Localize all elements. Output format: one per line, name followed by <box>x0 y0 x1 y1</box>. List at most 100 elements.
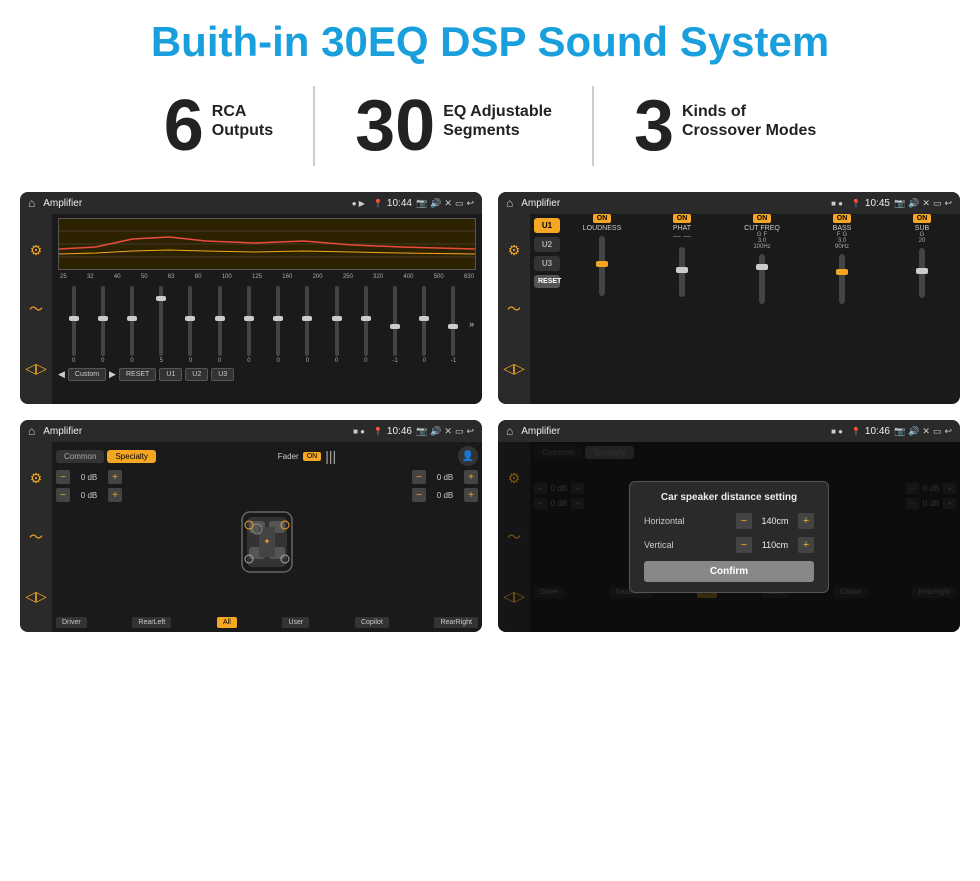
preset-u1[interactable]: U1 <box>534 218 560 233</box>
slider-track-13[interactable] <box>422 286 426 356</box>
home-icon[interactable]: ⌂ <box>28 196 35 210</box>
slider-track-1[interactable] <box>72 286 76 356</box>
back-icon-amp[interactable]: ↩ <box>944 198 952 209</box>
fader-slider[interactable]: ||| <box>325 448 336 464</box>
slider-track-10[interactable] <box>335 286 339 356</box>
cutfreq-on[interactable]: ON <box>753 214 772 223</box>
slider-track-5[interactable] <box>188 286 192 356</box>
speaker-icon[interactable]: ◁▷ <box>25 361 47 375</box>
slider-thumb-10[interactable] <box>332 316 342 321</box>
plus-btn-tl1[interactable]: + <box>108 470 122 484</box>
cutfreq-thumb[interactable] <box>756 264 768 270</box>
rearright-btn[interactable]: RearRight <box>434 617 478 628</box>
minus-btn-tr1[interactable]: − <box>412 470 426 484</box>
slider-track-8[interactable] <box>276 286 280 356</box>
u1-btn[interactable]: U1 <box>159 368 182 381</box>
loudness-thumb[interactable] <box>596 261 608 267</box>
wave-icon[interactable]: 〜 <box>29 302 43 316</box>
slider-thumb-9[interactable] <box>302 316 312 321</box>
slider-track-7[interactable] <box>247 286 251 356</box>
vertical-plus[interactable]: + <box>798 537 814 553</box>
slider-thumb-13[interactable] <box>419 316 429 321</box>
slider-thumb-6[interactable] <box>215 316 225 321</box>
slider-track-2[interactable] <box>101 286 105 356</box>
minus-btn-tl2[interactable]: − <box>56 488 70 502</box>
tab-common[interactable]: Common <box>56 450 104 463</box>
slider-track-9[interactable] <box>305 286 309 356</box>
slider-thumb-4[interactable] <box>156 296 166 301</box>
sub-thumb[interactable] <box>916 268 928 274</box>
next-arrow[interactable]: ▶ <box>109 369 116 380</box>
u2-btn[interactable]: U2 <box>185 368 208 381</box>
plus-btn-tr2[interactable]: + <box>464 488 478 502</box>
copilot-btn[interactable]: Copilot <box>355 617 389 628</box>
plus-btn-tl2[interactable]: + <box>108 488 122 502</box>
eq-icon-cross[interactable]: ⚙ <box>30 471 43 485</box>
horizontal-plus[interactable]: + <box>798 513 814 529</box>
wave-icon-amp[interactable]: 〜 <box>507 302 521 316</box>
slider-val-14: -1 <box>451 358 456 364</box>
user-btn[interactable]: User <box>282 617 309 628</box>
cutfreq-slider[interactable] <box>759 254 765 304</box>
slider-track-3[interactable] <box>130 286 134 356</box>
slider-track-14[interactable] <box>451 286 455 356</box>
slider-thumb-5[interactable] <box>185 316 195 321</box>
loudness-slider[interactable] <box>599 236 605 296</box>
speaker-icon-cross[interactable]: ◁▷ <box>25 589 47 603</box>
slider-track-12[interactable] <box>393 286 397 356</box>
driver-btn[interactable]: Driver <box>56 617 87 628</box>
u3-btn[interactable]: U3 <box>211 368 234 381</box>
tab-specialty[interactable]: Specialty <box>107 450 155 463</box>
slider-track-4[interactable] <box>159 286 163 356</box>
speaker-icon-amp[interactable]: ◁▷ <box>503 361 525 375</box>
fader-on-badge[interactable]: ON <box>303 452 322 461</box>
preset-u3[interactable]: U3 <box>534 256 560 271</box>
loudness-on[interactable]: ON <box>593 214 612 223</box>
bass-slider[interactable] <box>839 254 845 304</box>
custom-btn[interactable]: Custom <box>68 368 106 381</box>
home-icon-dialog[interactable]: ⌂ <box>506 424 513 438</box>
more-icon[interactable]: » <box>469 319 474 329</box>
home-icon-amp[interactable]: ⌂ <box>506 196 513 210</box>
all-btn[interactable]: All <box>217 617 237 628</box>
amp-controls: ON LOUDNESS ON PHAT ~~ ~~ <box>564 214 960 404</box>
slider-track-11[interactable] <box>364 286 368 356</box>
preset-u2[interactable]: U2 <box>534 237 560 252</box>
plus-btn-tr1[interactable]: + <box>464 470 478 484</box>
slider-thumb-2[interactable] <box>98 316 108 321</box>
phat-thumb[interactable] <box>676 267 688 273</box>
bass-on[interactable]: ON <box>833 214 852 223</box>
rearleft-btn[interactable]: RearLeft <box>132 617 171 628</box>
slider-thumb-3[interactable] <box>127 316 137 321</box>
phat-slider[interactable] <box>679 247 685 297</box>
sub-slider[interactable] <box>919 248 925 298</box>
home-icon-cross[interactable]: ⌂ <box>28 424 35 438</box>
back-icon-dialog[interactable]: ↩ <box>944 426 952 437</box>
slider-thumb-7[interactable] <box>244 316 254 321</box>
slider-thumb-1[interactable] <box>69 316 79 321</box>
sub-on[interactable]: ON <box>913 214 932 223</box>
reset-amp-btn[interactable]: RESET <box>534 275 560 288</box>
slider-thumb-14[interactable] <box>448 324 458 329</box>
minus-btn-tr2[interactable]: − <box>412 488 426 502</box>
horizontal-minus[interactable]: − <box>736 513 752 529</box>
slider-thumb-11[interactable] <box>361 316 371 321</box>
slider-track-6[interactable] <box>218 286 222 356</box>
back-icon-cross[interactable]: ↩ <box>466 426 474 437</box>
cutfreq-hz: 100Hz <box>753 244 770 250</box>
reset-btn[interactable]: RESET <box>119 368 156 381</box>
back-icon-eq[interactable]: ↩ <box>466 198 474 209</box>
phat-on[interactable]: ON <box>673 214 692 223</box>
freq-200: 200 <box>313 274 323 280</box>
bass-thumb[interactable] <box>836 269 848 275</box>
confirm-button[interactable]: Confirm <box>644 561 814 582</box>
vertical-minus[interactable]: − <box>736 537 752 553</box>
camera-icon-amp: 📷 <box>894 198 905 209</box>
slider-thumb-8[interactable] <box>273 316 283 321</box>
prev-arrow[interactable]: ◀ <box>58 369 65 380</box>
slider-thumb-12[interactable] <box>390 324 400 329</box>
eq-icon-amp[interactable]: ⚙ <box>508 243 521 257</box>
minus-btn-tl1[interactable]: − <box>56 470 70 484</box>
eq-icon[interactable]: ⚙ <box>30 243 43 257</box>
wave-icon-cross[interactable]: 〜 <box>29 530 43 544</box>
